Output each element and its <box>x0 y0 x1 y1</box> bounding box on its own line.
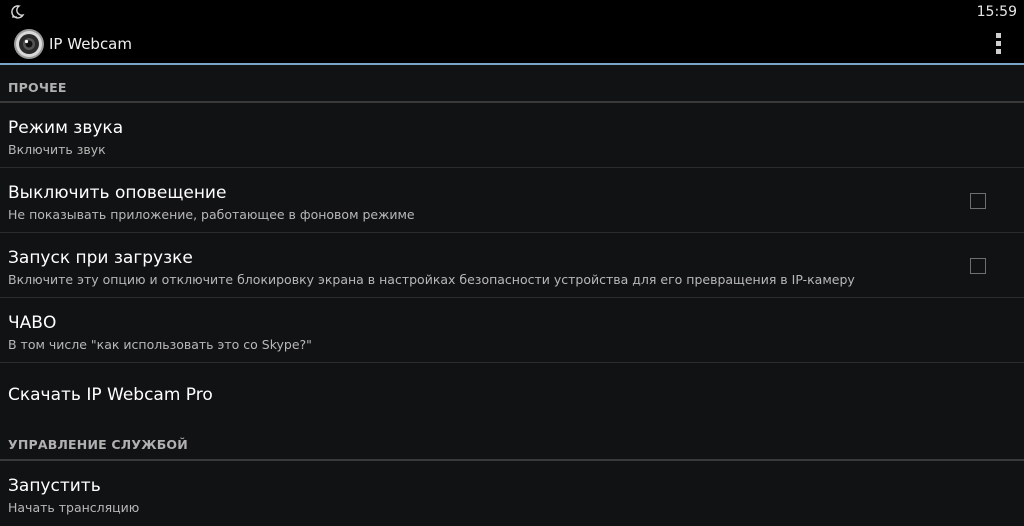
pref-title: Запустить <box>8 476 101 496</box>
pref-summary: Начать трансляцию <box>8 500 140 515</box>
status-bar: 15:59 <box>0 0 1024 25</box>
pref-title: Режим звука <box>8 118 124 138</box>
section-header-other: ПРОЧЕЕ <box>0 65 1024 103</box>
pref-start-server[interactable]: Запустить Начать трансляцию <box>0 461 1024 526</box>
pref-summary: В том числе "как использовать это со Sky… <box>8 337 312 352</box>
action-bar <box>0 25 1024 63</box>
disable-notification-checkbox[interactable] <box>970 193 986 209</box>
pref-start-on-boot[interactable]: Запуск при загрузке Включите эту опцию и… <box>0 233 1024 298</box>
section-header-label: ПРОЧЕЕ <box>8 80 67 95</box>
settings-list: ПРОЧЕЕ Режим звука Включить звук Выключи… <box>0 65 1024 521</box>
overflow-menu-icon[interactable] <box>994 33 1002 57</box>
pref-summary: Включите эту опцию и отключите блокировк… <box>8 272 855 287</box>
pref-disable-notification[interactable]: Выключить оповещение Не показывать прило… <box>0 168 1024 233</box>
pref-summary: Не показывать приложение, работающее в ф… <box>8 207 415 222</box>
status-time: 15:59 <box>976 4 1017 20</box>
pref-title: Запуск при загрузке <box>8 248 193 268</box>
start-on-boot-checkbox[interactable] <box>970 258 986 274</box>
pref-title: Выключить оповещение <box>8 183 227 203</box>
pref-download-pro[interactable]: Скачать IP Webcam Pro <box>0 363 1024 428</box>
pref-summary: Включить звук <box>8 142 106 157</box>
pref-title: ЧАВО <box>8 313 57 333</box>
pref-faq[interactable]: ЧАВО В том числе "как использовать это с… <box>0 298 1024 363</box>
webcam-icon[interactable] <box>13 28 45 60</box>
pref-sound-mode[interactable]: Режим звука Включить звук <box>0 103 1024 168</box>
pref-title: Скачать IP Webcam Pro <box>8 385 213 405</box>
section-header-label: УПРАВЛЕНИЕ СЛУЖБОЙ <box>8 437 188 452</box>
section-header-service-control: УПРАВЛЕНИЕ СЛУЖБОЙ <box>0 423 1024 461</box>
app-title[interactable]: IP Webcam <box>49 35 132 53</box>
moon-icon <box>11 5 25 19</box>
